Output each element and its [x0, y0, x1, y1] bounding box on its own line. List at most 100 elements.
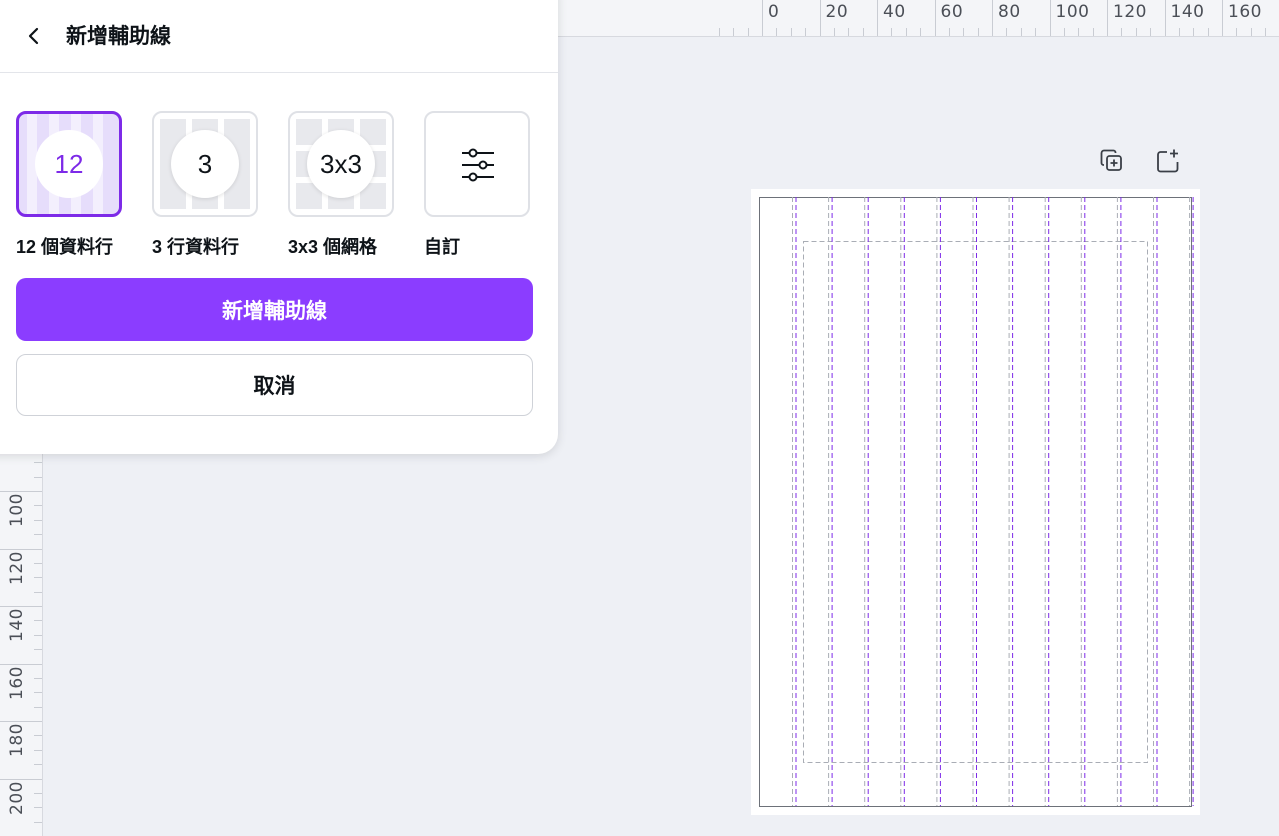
option-12-columns[interactable]: 12 12 個資料行 — [16, 111, 126, 259]
panel-header: 新增輔助線 — [0, 0, 558, 73]
guide-options: 12 12 個資料行 3 3 行資料行 3x3 3x3 個網格 自訂 — [16, 111, 536, 271]
ruler-minor-tick — [1035, 28, 1037, 36]
ruler-label: 40 — [883, 2, 906, 22]
ruler-minor-tick — [776, 28, 778, 36]
ruler-minor-tick — [34, 577, 42, 579]
ruler-minor-tick — [34, 821, 42, 823]
ruler-minor-tick — [34, 677, 42, 679]
ruler-minor-tick — [747, 28, 749, 36]
ruler-label: 80 — [998, 2, 1021, 22]
duplicate-page-icon — [1100, 149, 1122, 171]
ruler-minor-tick — [34, 505, 42, 507]
option-3x3-grid-thumb[interactable]: 3x3 — [288, 111, 394, 217]
ruler-minor-tick — [34, 735, 42, 737]
ruler-minor-tick — [34, 749, 42, 751]
option-label: 3 行資料行 — [152, 237, 240, 257]
ruler-label: 0 — [768, 2, 780, 22]
ruler-minor-tick — [34, 764, 42, 766]
option-label: 3x3 個網格 — [288, 237, 378, 257]
ruler-major-tick — [1164, 0, 1166, 36]
ruler-minor-tick — [34, 807, 42, 809]
option-12-columns-thumb[interactable]: 12 — [16, 111, 122, 217]
ruler-minor-tick — [1135, 28, 1137, 36]
ruler-label: 100 — [1055, 2, 1090, 22]
ruler-label: 20 — [825, 2, 849, 22]
ruler-minor-tick — [34, 634, 42, 636]
ruler-minor-tick — [805, 28, 807, 36]
ruler-label: 60 — [940, 2, 964, 22]
ruler-minor-tick — [718, 28, 720, 36]
ruler-minor-tick — [891, 28, 893, 36]
ruler-minor-tick — [977, 28, 979, 36]
option-3x3-grid[interactable]: 3x3 3x3 個網格 — [288, 111, 398, 259]
ruler-minor-tick — [34, 792, 42, 794]
ruler-minor-tick — [905, 28, 907, 36]
option-custom[interactable]: 自訂 — [424, 111, 534, 259]
option-custom-thumb[interactable] — [424, 111, 530, 217]
ruler-minor-tick — [920, 28, 922, 36]
ruler-major-tick — [1222, 0, 1223, 36]
ruler-major-tick — [0, 606, 42, 607]
ruler-label: 160 — [1228, 2, 1262, 22]
ruler-minor-tick — [34, 620, 42, 622]
add-page-icon — [1157, 149, 1179, 173]
panel-title: 新增輔助線 — [66, 25, 171, 48]
ruler-minor-tick — [34, 462, 42, 464]
cancel-button[interactable]: 取消 — [16, 354, 533, 416]
ruler-major-tick — [1049, 0, 1051, 36]
back-button[interactable] — [20, 22, 48, 50]
ruler-minor-tick — [34, 519, 42, 521]
ruler-minor-tick — [963, 28, 965, 36]
ruler-minor-tick — [1006, 28, 1008, 36]
ruler-major-tick — [0, 721, 42, 722]
option-3-columns-thumb[interactable]: 3 — [152, 111, 258, 217]
ruler-minor-tick — [1078, 28, 1080, 36]
page-margin-guide — [803, 241, 1148, 763]
ruler-major-tick — [992, 0, 993, 36]
ruler-major-tick — [934, 0, 936, 36]
ruler-major-tick — [1107, 0, 1108, 36]
ruler-major-tick — [0, 548, 42, 550]
ruler-label: 140 — [7, 608, 27, 642]
ruler-major-tick — [0, 778, 42, 780]
ruler-major-tick — [0, 663, 42, 665]
ruler-label: 200 — [7, 780, 27, 815]
ruler-minor-tick — [34, 692, 42, 694]
design-page[interactable] — [751, 189, 1200, 815]
ruler-minor-tick — [1178, 28, 1180, 36]
ruler-minor-tick — [733, 28, 735, 36]
ruler-label: 140 — [1170, 2, 1205, 22]
ruler-minor-tick — [34, 591, 42, 593]
duplicate-page-button[interactable] — [1097, 146, 1127, 176]
ruler-major-tick — [877, 0, 878, 36]
ruler-label: 100 — [7, 493, 27, 527]
ruler-minor-tick — [34, 706, 42, 708]
ruler-minor-tick — [34, 476, 42, 478]
ruler-label: 120 — [1113, 2, 1147, 22]
ruler-label: 120 — [7, 550, 27, 585]
option-3-columns[interactable]: 3 3 行資料行 — [152, 111, 262, 259]
add-guides-button[interactable]: 新增輔助線 — [16, 278, 533, 341]
ruler-minor-tick — [948, 28, 950, 36]
ruler-minor-tick — [34, 649, 42, 651]
option-badge: 3 — [171, 130, 239, 198]
add-page-button[interactable] — [1153, 146, 1183, 176]
ruler-minor-tick — [34, 534, 42, 536]
ruler-minor-tick — [833, 28, 835, 36]
ruler-minor-tick — [1092, 28, 1094, 36]
chevron-left-icon — [28, 27, 39, 45]
ruler-minor-tick — [1265, 28, 1267, 36]
ruler-minor-tick — [1236, 28, 1238, 36]
ruler-minor-tick — [1193, 28, 1195, 36]
option-label: 自訂 — [424, 237, 460, 257]
ruler-label: 180 — [7, 723, 27, 757]
ruler-minor-tick — [862, 28, 864, 36]
ruler-label: 160 — [7, 665, 27, 700]
option-badge: 12 — [35, 130, 103, 198]
ruler-minor-tick — [848, 28, 850, 36]
ruler-major-tick — [0, 491, 42, 492]
add-guides-panel: 新增輔助線 12 12 個資料行 3 3 行資料行 3x3 3x3 個網格 自訂… — [0, 0, 558, 454]
option-badge: 3x3 — [307, 130, 375, 198]
ruler-major-tick — [762, 0, 763, 36]
ruler-minor-tick — [1250, 28, 1252, 36]
